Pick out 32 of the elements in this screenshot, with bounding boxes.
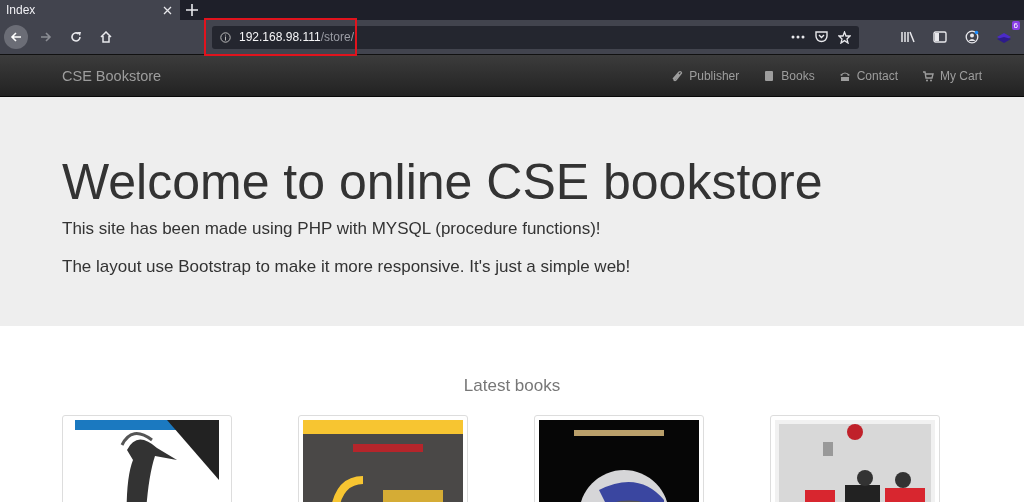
nav-link[interactable]: My Cart <box>922 68 982 83</box>
reload-icon[interactable] <box>70 31 82 43</box>
more-icon[interactable] <box>791 35 805 39</box>
paperclip-icon <box>671 69 684 82</box>
url-text: 192.168.98.111/store/ <box>239 30 355 44</box>
hero-text: The layout use Bootstrap to make it more responsive. It's just a simple web! <box>62 257 632 277</box>
nav-link[interactable]: Publisher <box>671 68 740 83</box>
stack-icon <box>996 31 1012 43</box>
home-icon[interactable] <box>100 31 112 43</box>
hero-title: Welcome to online CSE bookstore <box>62 153 824 211</box>
nav-link[interactable]: Books <box>763 68 815 83</box>
account-icon[interactable] <box>965 30 979 44</box>
cart-icon <box>922 69 934 82</box>
sidebar-icon[interactable] <box>933 31 947 43</box>
pocket-icon[interactable] <box>815 31 828 43</box>
back-button[interactable] <box>4 25 28 49</box>
address-bar[interactable]: 192.168.98.111/store/ <box>212 25 859 49</box>
brand-link[interactable]: CSE Bookstore <box>62 67 162 84</box>
book-icon <box>763 69 776 82</box>
nav-link[interactable]: Contact <box>838 68 898 83</box>
back-arrow-icon <box>10 31 22 43</box>
forward-arrow-icon[interactable] <box>40 31 52 43</box>
count-badge: 6 <box>1011 21 1020 30</box>
library-icon[interactable] <box>901 31 915 43</box>
close-icon[interactable] <box>163 5 172 15</box>
hero-text: This site has been made using PHP with MYSQL (procedure functions)! <box>62 219 602 239</box>
info-icon <box>220 31 231 43</box>
tab-title: Index <box>6 3 36 17</box>
section-heading: Latest books <box>462 376 562 396</box>
browser-tab[interactable]: Index <box>0 0 180 20</box>
star-icon[interactable] <box>838 30 851 44</box>
plus-icon[interactable] <box>186 4 198 16</box>
